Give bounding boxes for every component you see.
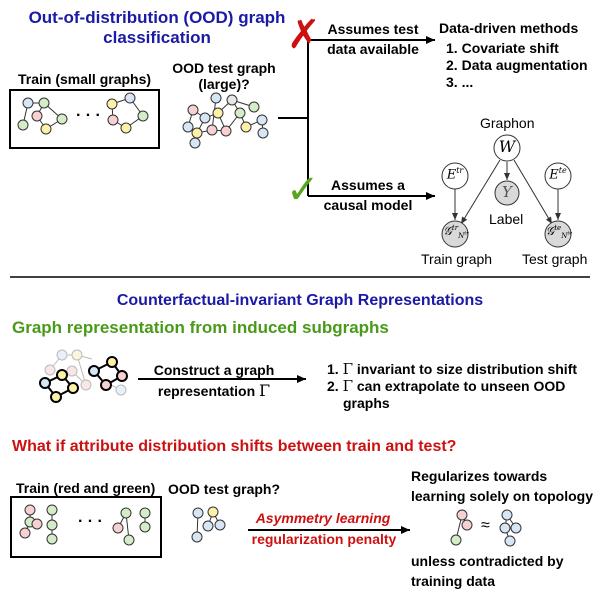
data-driven-item: 1. Covariate shift xyxy=(446,40,559,56)
regularization-penalty-label: regularization penalty xyxy=(251,531,397,547)
check-icon: ✓ xyxy=(286,168,320,212)
ood-test-graph-label: OOD test graph (large)? xyxy=(168,60,280,92)
gamma-property-item: 1. Γ invariant to size distribution shif… xyxy=(327,360,578,378)
train-small-graph-2 xyxy=(106,92,149,134)
E-test-symbol: Ete xyxy=(549,166,567,183)
train-red-green-graph-2 xyxy=(112,507,151,546)
data-driven-item: 3. ... xyxy=(446,74,474,90)
Y-symbol: Y xyxy=(502,183,512,201)
train-red-green-label: Train (red and green) xyxy=(16,480,156,496)
unless-line1: unless contradicted by xyxy=(411,553,564,569)
regularizes-line1: Regularizes towards xyxy=(411,468,548,484)
G-train-symbol: 𝒢trNtr xyxy=(443,224,469,241)
data-driven-title: Data-driven methods xyxy=(439,20,579,36)
approx-symbol: ≈ xyxy=(481,517,490,534)
train-red-green-graph-1 xyxy=(19,504,58,545)
counterfactual-title: Counterfactual-invariant Graph Represent… xyxy=(116,292,484,309)
branch-top-line1: Assumes test xyxy=(327,21,419,37)
ood-test-label-line1: OOD test graph xyxy=(172,60,276,76)
ood-test-label-line2: (large)? xyxy=(198,76,250,92)
label-text: Label xyxy=(489,211,524,227)
ood-blue-yellow-graph xyxy=(191,506,226,543)
ood-large-test-graph xyxy=(182,92,269,149)
representation-label: representation Γ xyxy=(157,381,271,400)
topology-graph-blue xyxy=(499,509,522,547)
branch-bottom-label: Assumes a causal model xyxy=(318,175,418,215)
train-ellipsis: · · · xyxy=(76,107,101,124)
unless-line2: training data xyxy=(411,573,496,589)
gamma-property-item: 2. Γ can extrapolate to unseen OOD xyxy=(327,377,566,395)
E-train-symbol: Etr xyxy=(446,166,464,183)
data-driven-item: 2. Data augmentation xyxy=(446,57,588,73)
construct-graph-label: Construct a graph xyxy=(153,362,275,378)
graphon-label: Graphon xyxy=(480,115,535,131)
regularizes-line2: learning solely on topology xyxy=(411,488,594,504)
induced-subgraphs-subtitle: Graph representation from induced subgra… xyxy=(12,318,389,337)
ood-test-graph-question: OOD test graph? xyxy=(168,481,281,497)
induced-subgraph-graph xyxy=(39,349,128,403)
cross-icon: ✗ xyxy=(287,13,321,57)
ood-title-line1: Out-of-distribution (OOD) graph xyxy=(28,8,286,27)
test-graph-text: Test graph xyxy=(522,251,588,267)
gamma-properties-list: 1. Γ invariant to size distribution shif… xyxy=(327,361,577,412)
gamma-property-continuation: graphs xyxy=(343,395,390,411)
train-graph-text: Train graph xyxy=(421,251,493,267)
train-red-green-ellipsis: · · · xyxy=(78,513,103,530)
branch-top-label: Assumes test data available xyxy=(318,19,428,59)
branch-bottom-line1: Assumes a xyxy=(331,177,405,193)
ood-title-line2: classification xyxy=(103,28,211,47)
asymmetry-learning-label: Asymmetry learning xyxy=(255,510,391,526)
branch-top-line2: data available xyxy=(327,41,419,57)
branch-bottom-line2: causal model xyxy=(323,197,413,213)
train-small-graphs-label: Train (small graphs) xyxy=(18,71,152,87)
train-small-graph-1 xyxy=(17,97,68,135)
ood-title: Out-of-distribution (OOD) graph classifi… xyxy=(2,8,312,48)
topology-graph-pink xyxy=(450,509,473,546)
unless-contradicted-text: unless contradicted by training data xyxy=(411,551,563,591)
regularizes-text: Regularizes towards learning solely on t… xyxy=(411,466,593,506)
G-test-symbol: 𝒢teNte xyxy=(545,224,573,241)
W-symbol: W xyxy=(498,137,516,156)
attribute-shift-question: What if attribute distribution shifts be… xyxy=(12,438,457,455)
data-driven-list: 1. Covariate shift 2. Data augmentation … xyxy=(446,40,588,91)
